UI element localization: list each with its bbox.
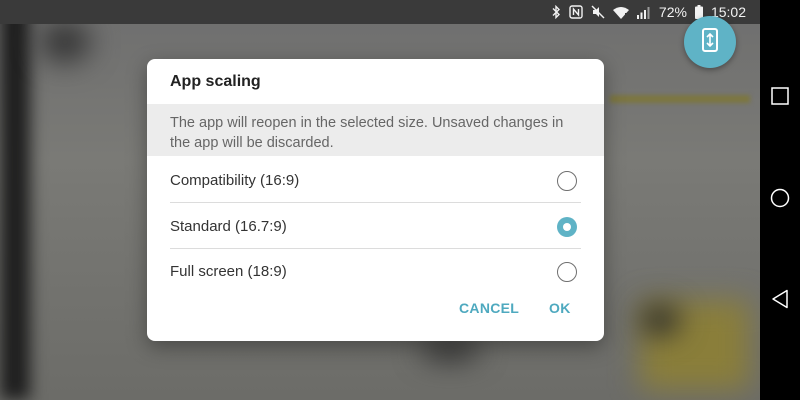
nfc-icon: [569, 5, 583, 19]
battery-percent: 72%: [658, 4, 687, 20]
option-compatibility[interactable]: Compatibility (16:9): [147, 158, 604, 203]
dialog-title: App scaling: [170, 73, 261, 90]
option-label: Standard (16.7:9): [170, 218, 287, 235]
option-label: Full screen (18:9): [170, 263, 287, 280]
background-shape: [0, 0, 30, 400]
option-standard[interactable]: Standard (16.7:9): [147, 204, 604, 249]
option-label: Compatibility (16:9): [170, 172, 300, 189]
background-shape: [610, 95, 750, 103]
radio-button-selected[interactable]: [557, 216, 577, 237]
divider: [170, 202, 581, 203]
recents-icon: [771, 86, 789, 110]
app-scaling-icon: [700, 27, 720, 58]
status-bar: 72% 15:02: [0, 0, 760, 24]
dialog-message: The app will reopen in the selected size…: [147, 104, 604, 156]
signal-icon: [636, 6, 651, 19]
background-shape: [40, 22, 90, 62]
radio-button[interactable]: [557, 261, 577, 282]
cancel-button[interactable]: CANCEL: [459, 300, 519, 316]
option-full-screen[interactable]: Full screen (18:9): [147, 249, 604, 294]
dialog-actions: CANCEL OK: [147, 296, 604, 326]
app-scaling-button[interactable]: [684, 16, 736, 68]
navigation-bar: [760, 0, 800, 400]
home-icon: [770, 188, 790, 213]
radio-button[interactable]: [557, 170, 577, 191]
background-shape: [640, 305, 680, 335]
app-scaling-dialog: App scaling The app will reopen in the s…: [147, 59, 604, 341]
mute-icon: [591, 5, 605, 19]
background-shape: [420, 340, 480, 360]
home-button[interactable]: [760, 180, 800, 220]
wifi-icon: [612, 6, 629, 19]
ok-button[interactable]: OK: [549, 300, 571, 316]
back-icon: [771, 289, 789, 314]
bluetooth-icon: [551, 5, 561, 19]
recents-button[interactable]: [760, 78, 800, 118]
back-button[interactable]: [760, 281, 800, 321]
